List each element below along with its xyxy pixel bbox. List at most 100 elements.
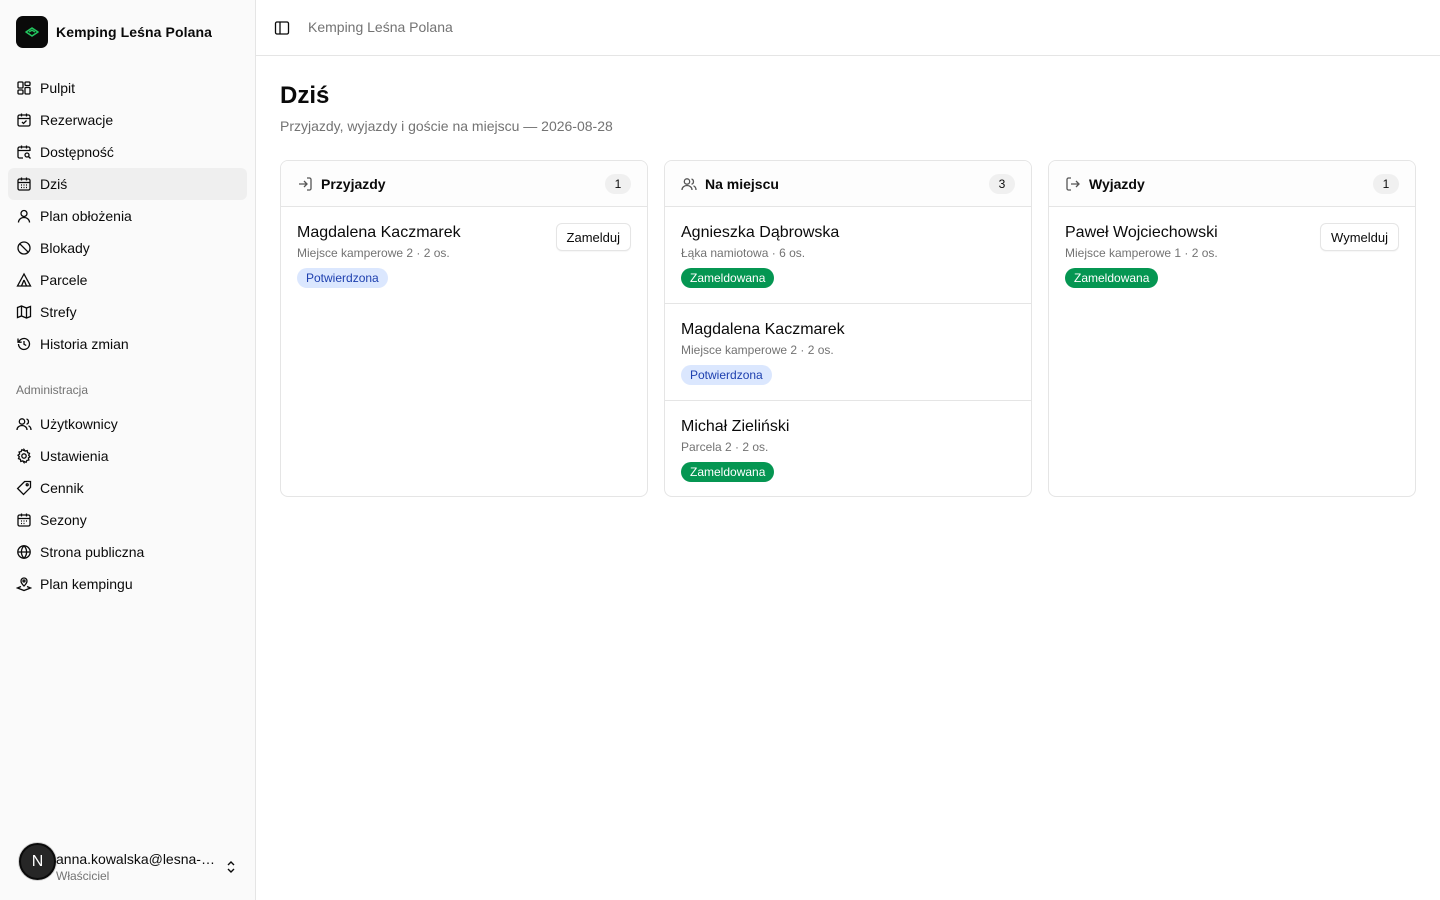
sidebar-item-label: Ustawienia: [40, 448, 109, 464]
guest-name: Agnieszka Dąbrowska: [681, 224, 840, 241]
list-item[interactable]: Magdalena Kaczmarek Miejsce kamperowe 2 …: [281, 207, 647, 304]
persons-count: 2 os.: [807, 343, 834, 357]
card-title: Wyjazdy: [1089, 175, 1145, 192]
calendar-search-icon: [17, 145, 31, 159]
status-badge: Potwierdzona: [681, 365, 772, 385]
check-out-button[interactable]: Wymelduj: [1320, 223, 1399, 251]
guest-meta: Łąka namiotowa · 6 os.: [681, 246, 806, 260]
user-icon: [17, 209, 31, 223]
status-badge: Zameldowana: [681, 462, 775, 482]
top-bar: Kemping Leśna Polana: [256, 0, 1440, 56]
sidebar-item-label: Dostępność: [40, 144, 114, 160]
status-badge: Zameldowana: [1065, 268, 1159, 288]
card-title: Przyjazdy: [321, 175, 386, 192]
departures-card: Wyjazdy 1 Paweł Wojciechowski Miejsce ka…: [1048, 160, 1416, 497]
sidebar-item-pulpit[interactable]: Pulpit: [8, 72, 247, 104]
dashboard-icon: [17, 81, 31, 95]
sidebar-item-label: Użytkownicy: [40, 416, 118, 432]
guest-meta: Parcela 2 · 2 os.: [681, 440, 769, 454]
user-menu[interactable]: N anna.kowalska@lesna-polana.pl Właścici…: [8, 843, 247, 884]
users-icon: [16, 418, 32, 431]
logo-icon: [16, 16, 48, 48]
gear-icon: [17, 448, 31, 464]
brand[interactable]: Kemping Leśna Polana: [16, 16, 212, 48]
list-item[interactable]: Michał Zieliński Parcela 2 · 2 os. Zamel…: [665, 401, 1031, 496]
sidebar-item-cennik[interactable]: Cennik: [8, 472, 247, 504]
page-title: Dziś: [280, 82, 330, 109]
sidebar-item-dostepnosc[interactable]: Dostępność: [8, 136, 247, 168]
place-name: Parcela 2: [681, 440, 732, 454]
sidebar-item-uzytkownicy[interactable]: Użytkownicy: [8, 408, 247, 440]
app-name: Kemping Leśna Polana: [56, 24, 213, 40]
persons-count: 2 os.: [1191, 246, 1218, 260]
check-in-button[interactable]: Zamelduj: [555, 223, 631, 251]
sidebar-item-parcele[interactable]: Parcele: [8, 264, 247, 296]
sidebar-item-ustawienia[interactable]: Ustawienia: [8, 440, 247, 472]
count-badge: 3: [989, 173, 1015, 194]
page-subtitle: Przyjazdy, wyjazdy i goście na miejscu —…: [280, 118, 613, 134]
sidebar: Kemping Leśna Polana Pulpit Rezerwacje D…: [0, 0, 256, 900]
status-badge: Zameldowana: [681, 268, 775, 288]
log-out-icon: [1066, 176, 1080, 191]
sidebar-item-blokady[interactable]: Blokady: [8, 232, 247, 264]
arrivals-card: Przyjazdy 1 Magdalena Kaczmarek Miejsce …: [280, 160, 648, 497]
sidebar-item-strona-publiczna[interactable]: Strona publiczna: [8, 536, 247, 568]
map-icon: [16, 305, 32, 319]
card-header: Wyjazdy 1: [1049, 161, 1415, 207]
list-item[interactable]: Paweł Wojciechowski Miejsce kamperowe 1 …: [1049, 207, 1415, 304]
sidebar-item-label: Historia zmian: [40, 336, 129, 352]
sidebar-item-label: Pulpit: [40, 80, 76, 96]
sidebar-item-plan-oblozenia[interactable]: Plan obłożenia: [8, 200, 247, 232]
place-name: Miejsce kamperowe 2: [681, 343, 798, 357]
breadcrumb[interactable]: Kemping Leśna Polana: [308, 19, 453, 35]
on-site-card: Na miejscu 3 Agnieszka Dąbrowska Łąka na…: [664, 160, 1032, 497]
sidebar-item-label: Blokady: [40, 240, 90, 256]
place-name: Miejsce kamperowe 1: [1065, 246, 1182, 260]
card-title: Na miejscu: [705, 175, 779, 192]
status-badge: Potwierdzona: [297, 268, 388, 288]
chevrons-up-down-icon: [227, 861, 235, 873]
user-role: Właściciel: [56, 869, 110, 883]
card-header: Przyjazdy 1: [281, 161, 647, 207]
sidebar-item-label: Strefy: [40, 304, 77, 320]
persons-count: 2 os.: [742, 440, 769, 454]
persons-count: 6 os.: [779, 246, 806, 260]
guest-meta: Miejsce kamperowe 2 · 2 os.: [681, 343, 834, 357]
admin-nav: Użytkownicy Ustawienia Cennik Sezony Str…: [8, 408, 247, 600]
sidebar-item-label: Plan kempingu: [40, 576, 133, 592]
persons-count: 2 os.: [423, 246, 450, 260]
calendar-check-icon: [17, 113, 31, 127]
calendar-icon: [17, 513, 31, 527]
card-header: Na miejscu 3: [665, 161, 1031, 207]
sidebar-item-plan-kempingu[interactable]: Plan kempingu: [8, 568, 247, 600]
sidebar-item-label: Plan obłożenia: [40, 208, 132, 224]
list-item[interactable]: Agnieszka Dąbrowska Łąka namiotowa · 6 o…: [665, 207, 1031, 304]
globe-icon: [17, 544, 31, 560]
calendar-icon: [17, 177, 31, 191]
sidebar-item-label: Rezerwacje: [40, 112, 114, 128]
panel-left-icon: [274, 21, 290, 35]
sidebar-toggle-button[interactable]: [272, 16, 292, 40]
sidebar-item-label: Dziś: [40, 176, 68, 192]
main-nav: Pulpit Rezerwacje Dostępność Dziś Plan o…: [8, 72, 247, 360]
user-email: anna.kowalska@lesna-polana.pl: [56, 851, 216, 867]
sidebar-item-historia-zmian[interactable]: Historia zmian: [8, 328, 247, 360]
sidebar-item-strefy[interactable]: Strefy: [8, 296, 247, 328]
tent-icon: [16, 272, 32, 287]
sidebar-item-label: Sezony: [40, 512, 87, 528]
sidebar-item-sezony[interactable]: Sezony: [8, 504, 247, 536]
sidebar-item-dzis[interactable]: Dziś: [8, 168, 247, 200]
sidebar-item-rezerwacje[interactable]: Rezerwacje: [8, 104, 247, 136]
history-icon: [17, 337, 31, 351]
count-badge: 1: [605, 173, 631, 194]
log-in-icon: [299, 176, 312, 191]
place-name: Miejsce kamperowe 2: [297, 246, 414, 260]
sidebar-item-label: Parcele: [40, 272, 88, 288]
guest-name: Magdalena Kaczmarek: [681, 321, 845, 338]
ban-icon: [17, 241, 31, 255]
users-icon: [681, 177, 697, 190]
avatar: N: [19, 843, 56, 880]
list-item[interactable]: Magdalena Kaczmarek Miejsce kamperowe 2 …: [665, 304, 1031, 401]
sidebar-item-label: Cennik: [40, 480, 84, 496]
user-info: anna.kowalska@lesna-polana.pl Właściciel: [56, 850, 216, 884]
